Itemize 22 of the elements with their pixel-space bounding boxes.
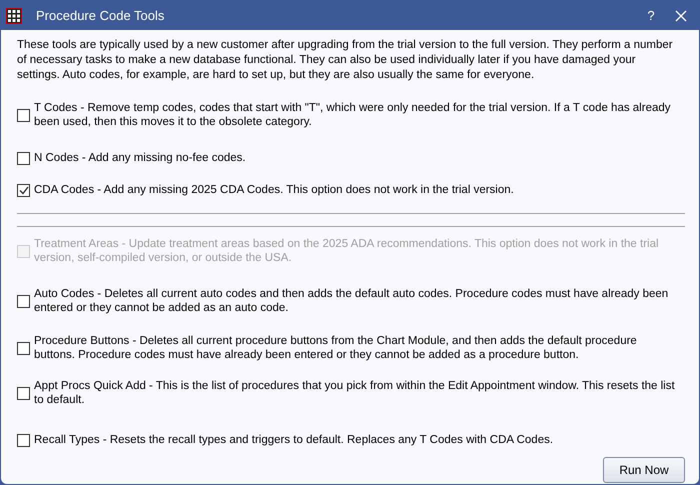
option-label: N Codes - Add any missing no-fee codes. [34,151,246,165]
checkbox[interactable] [17,434,30,446]
run-button[interactable]: Run Now [603,457,685,483]
checkbox[interactable] [17,342,30,354]
checkbox[interactable] [17,184,30,196]
intro-text: These tools are typically used by a new customer after upgrading from the trial version to the full version. They perform a number of necessary tasks to make a new database functional. They can also be used individually later if you have damaged your settings. Auto codes, for example, are hard to set up, but they are also usually the same for everyone. [17,38,674,83]
option-label: Procedure Buttons - Deletes all current procedure buttons from the Chart Module, and then adds the default procedure buttons. Procedure codes must have already been entered or they cannot be added as a procedure button. [34,334,638,362]
option-label: Auto Codes - Deletes all current auto codes and then adds the default auto codes. Procedure codes must have already been entered or they cannot be added as an auto code. [34,287,670,315]
option-label: Appt Procs Quick Add - This is the list of procedures that you pick from within the Edit Appointment window. This resets the list to default. [34,379,676,407]
window-title: Procedure Code Tools [36,6,164,25]
checkbox[interactable] [17,294,30,308]
option-label: Recall Types - Resets the recall types and triggers to default. Replaces any T Codes with CDA Codes. [34,433,554,447]
option-label: Treatment Areas - Update treatment areas based on the 2025 ADA recommendations. This option does not work in the trial version, self-compiled version, or outside the USA. [34,237,660,265]
option-label: T Codes - Remove temp codes, codes that start with "T", which were only needed for the trial version. If a T code has already been used, then this moves it to the obsolete category. [34,101,672,129]
grid-icon [6,8,22,24]
close-icon [675,10,687,22]
checkmark-icon [18,186,28,194]
help-button[interactable]: ? [639,6,663,26]
checkbox[interactable] [17,386,30,400]
option-label: CDA Codes - Add any missing 2025 CDA Codes. This option does not work in the trial version. [34,183,514,197]
checkbox[interactable] [17,152,30,164]
checkbox[interactable] [17,108,30,122]
